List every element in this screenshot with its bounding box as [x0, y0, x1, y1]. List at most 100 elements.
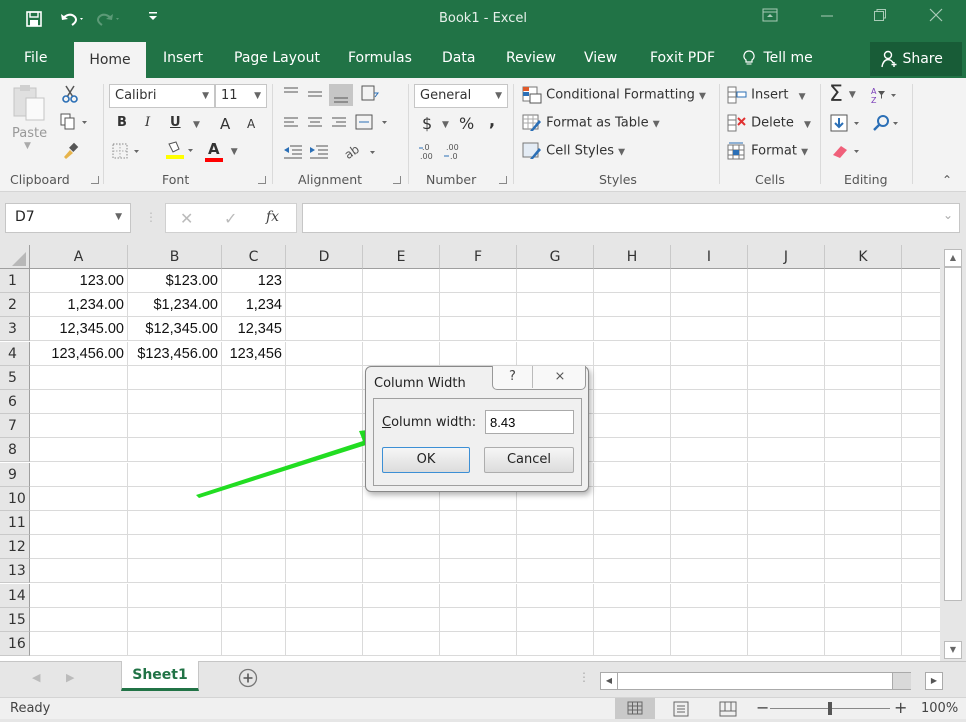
cell[interactable] — [594, 559, 671, 584]
cell[interactable] — [671, 341, 748, 366]
cell[interactable] — [594, 414, 671, 439]
cell[interactable] — [128, 462, 222, 487]
cell[interactable] — [363, 607, 440, 632]
cell[interactable] — [748, 438, 825, 463]
cell[interactable] — [363, 511, 440, 535]
cell[interactable] — [222, 632, 286, 656]
scroll-up-button[interactable]: ▲ — [944, 249, 962, 267]
cell[interactable] — [671, 607, 748, 632]
fill-color-icon[interactable] — [165, 140, 195, 164]
ok-button[interactable]: OK — [382, 447, 470, 473]
cell[interactable] — [517, 535, 594, 560]
column-header-g[interactable]: G — [517, 245, 594, 269]
cell[interactable] — [594, 438, 671, 463]
sort-filter-button[interactable]: AZ — [870, 86, 900, 104]
cell[interactable] — [594, 317, 671, 342]
cell[interactable] — [222, 438, 286, 463]
cell[interactable] — [517, 559, 594, 584]
cell[interactable] — [671, 414, 748, 439]
cell[interactable] — [363, 269, 440, 293]
borders-icon[interactable] — [112, 143, 142, 163]
cell[interactable] — [517, 269, 594, 293]
copy-icon[interactable] — [60, 113, 90, 135]
cell[interactable] — [902, 463, 940, 487]
cell[interactable] — [594, 583, 671, 608]
cell[interactable] — [748, 559, 825, 584]
vertical-scroll-thumb[interactable] — [944, 267, 962, 601]
cell[interactable] — [825, 293, 902, 318]
cell[interactable] — [671, 365, 748, 390]
fill-button[interactable] — [830, 114, 864, 132]
cell[interactable] — [222, 559, 286, 584]
cell[interactable] — [363, 317, 440, 342]
cell-styles-button[interactable]: Cell Styles ▼ — [522, 142, 625, 160]
cell[interactable] — [594, 632, 671, 656]
prev-sheet-icon[interactable]: ◀ — [32, 671, 40, 684]
cell[interactable]: 123,456 — [222, 341, 286, 366]
cell[interactable]: $123,456.00 — [128, 341, 222, 366]
cell[interactable] — [902, 608, 940, 632]
tab-review[interactable]: Review — [506, 50, 556, 66]
cell[interactable] — [594, 341, 671, 366]
cell[interactable] — [30, 607, 128, 632]
cell[interactable] — [902, 559, 940, 584]
cell[interactable] — [286, 511, 363, 535]
row-header-11[interactable]: 11 — [0, 511, 30, 535]
tab-formulas[interactable]: Formulas — [348, 50, 412, 66]
cell[interactable] — [594, 486, 671, 511]
cancel-button[interactable]: Cancel — [484, 447, 574, 473]
cell[interactable] — [440, 317, 517, 342]
cell[interactable] — [30, 414, 128, 439]
cell[interactable] — [286, 607, 363, 632]
row-header-13[interactable]: 13 — [0, 559, 30, 584]
normal-view-button[interactable] — [615, 698, 655, 719]
cell[interactable] — [671, 462, 748, 487]
column-header-partial[interactable] — [902, 245, 940, 269]
cell[interactable]: 123 — [222, 269, 286, 293]
cell[interactable] — [825, 341, 902, 366]
cell[interactable] — [671, 269, 748, 293]
select-all-button[interactable] — [0, 245, 30, 269]
cell[interactable] — [748, 365, 825, 390]
cell[interactable] — [128, 390, 222, 414]
cell[interactable] — [671, 486, 748, 511]
row-header-7[interactable]: 7 — [0, 414, 30, 439]
cell[interactable] — [825, 317, 902, 342]
cell[interactable] — [30, 632, 128, 656]
zoom-out-button[interactable]: − — [756, 698, 769, 717]
cell[interactable] — [128, 511, 222, 535]
cell[interactable] — [671, 390, 748, 414]
cell[interactable] — [440, 607, 517, 632]
cell[interactable] — [286, 317, 363, 342]
cell[interactable] — [286, 559, 363, 584]
horizontal-alignment-buttons[interactable] — [282, 114, 402, 136]
cell[interactable] — [128, 559, 222, 584]
cell[interactable] — [30, 486, 128, 511]
cell[interactable] — [363, 583, 440, 608]
row-header-8[interactable]: 8 — [0, 438, 30, 463]
cell[interactable] — [286, 293, 363, 318]
cell[interactable] — [902, 366, 940, 390]
cell[interactable] — [440, 293, 517, 318]
row-header-2[interactable]: 2 — [0, 293, 30, 318]
cell[interactable] — [671, 293, 748, 318]
cell[interactable] — [128, 438, 222, 463]
cell[interactable] — [440, 341, 517, 366]
cell[interactable] — [748, 632, 825, 656]
cell[interactable] — [128, 632, 222, 656]
scroll-left-button[interactable]: ◀ — [600, 672, 618, 690]
row-header-15[interactable]: 15 — [0, 607, 30, 632]
cell[interactable] — [440, 535, 517, 560]
cell[interactable] — [222, 535, 286, 560]
cell[interactable] — [748, 607, 825, 632]
cell[interactable] — [748, 583, 825, 608]
name-box[interactable]: D7 ▼ — [5, 203, 131, 233]
cell[interactable] — [286, 269, 363, 293]
cell[interactable] — [825, 559, 902, 584]
cell[interactable] — [440, 511, 517, 535]
cell[interactable] — [594, 511, 671, 535]
cell[interactable]: 12,345 — [222, 317, 286, 342]
find-select-button[interactable] — [872, 114, 902, 132]
restore-icon[interactable] — [873, 8, 887, 26]
row-header-12[interactable]: 12 — [0, 535, 30, 560]
